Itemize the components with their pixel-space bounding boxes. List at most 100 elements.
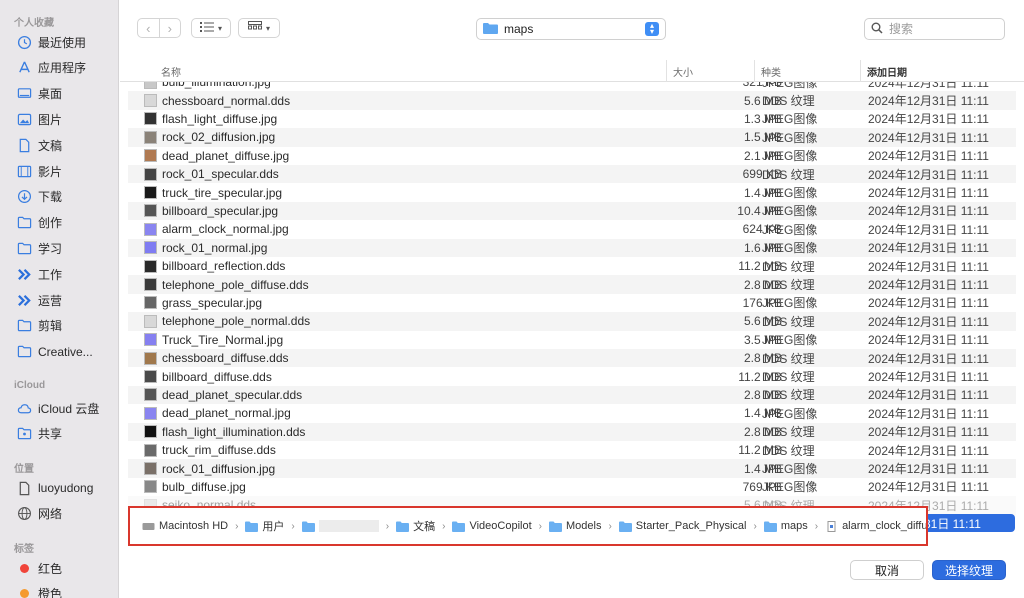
file-row[interactable]: billboard_specular.jpg 10.4 MB JPEG图像 2024年… xyxy=(128,201,1016,221)
file-kind: JPEG图像 xyxy=(762,149,818,164)
file-row[interactable]: alarm_clock_normal.jpg 624 KB JPEG图像 2024年1… xyxy=(128,220,1016,238)
file-date-added: 2024年12月31日 11:11 xyxy=(868,204,989,219)
file-row[interactable]: dead_planet_diffuse.jpg 2.1 MB JPEG图像 2024年… xyxy=(128,147,1016,165)
file-kind: JPEG图像 xyxy=(762,462,818,477)
sidebar-item[interactable]: luoyudong xyxy=(16,477,93,499)
path-segment-label: Models xyxy=(565,520,602,532)
file-row[interactable]: billboard_diffuse.dds 11.2 MB DDS 纹理 2024年1… xyxy=(128,367,1016,385)
redacted-username xyxy=(318,520,379,532)
desktop-icon xyxy=(16,86,32,102)
column-kind[interactable]: 种类 xyxy=(754,60,858,82)
file-date-added: 2024年12月31日 11:11 xyxy=(868,112,989,127)
network-icon xyxy=(16,506,32,522)
file-thumbnail-icon xyxy=(144,186,157,200)
file-date-added: 2024年12月31日 11:11 xyxy=(868,186,989,201)
sidebar-item[interactable]: Creative... xyxy=(16,341,93,363)
path-segment[interactable]: Macintosh HD xyxy=(142,520,228,532)
sidebar-item[interactable]: 桌面 xyxy=(16,83,62,105)
file-thumbnail-icon xyxy=(144,167,157,181)
column-name[interactable]: 名称 xyxy=(161,60,666,82)
sidebar-item[interactable]: 网络 xyxy=(16,503,62,525)
sidebar-item[interactable]: 橙色 xyxy=(16,583,62,598)
search-field[interactable] xyxy=(864,18,1005,40)
file-thumbnail-icon xyxy=(144,222,157,236)
sidebar-item-label: 影片 xyxy=(38,164,63,179)
sidebar-item[interactable]: 运营 xyxy=(16,289,62,311)
file-row[interactable]: chessboard_normal.dds 5.6 MB DDS 纹理 2024年12… xyxy=(128,91,1016,110)
forward-button[interactable]: › xyxy=(158,19,181,37)
path-segment[interactable]: 文稿 xyxy=(396,518,435,534)
path-segment-label: alarm_clock_diffuse.dds xyxy=(842,520,928,532)
sidebar-item[interactable]: 剪辑 xyxy=(16,315,62,337)
sidebar-item[interactable]: 共享 xyxy=(16,423,62,445)
path-segment[interactable]: alarm_clock_diffuse.dds xyxy=(825,520,928,532)
file-date-added: 2024年12月31日 11:11 xyxy=(868,222,989,237)
stepper-icon: ▴ ▾ xyxy=(645,22,659,36)
path-segment[interactable] xyxy=(301,520,379,532)
column-date-added[interactable]: 添加日期 xyxy=(860,60,1020,82)
sidebar-item[interactable]: 图片 xyxy=(16,108,62,130)
path-segment[interactable]: Models xyxy=(548,520,602,532)
choose-texture-button[interactable]: 选择纹理 xyxy=(932,560,1006,580)
file-row[interactable]: bulb_illumination.jpg 321 KB JPEG图像 2024年12… xyxy=(128,82,1016,91)
file-date-added: 2024年12月31日 11:11 xyxy=(868,333,989,348)
file-row[interactable]: telephone_pole_diffuse.dds 2.8 MB DDS 纹理 20… xyxy=(128,275,1016,294)
file-row[interactable]: rock_01_normal.jpg 1.6 MB JPEG图像 2024年12月31… xyxy=(128,238,1016,257)
file-row[interactable]: rock_02_diffusion.jpg 1.5 MB JPEG图像 2024年12… xyxy=(128,128,1016,147)
file-date-added: 2024年12月31日 11:11 xyxy=(868,480,989,495)
sidebar-item[interactable]: 红色 xyxy=(16,557,62,579)
file-thumbnail-icon xyxy=(144,388,157,402)
sidebar: 个人收藏 最近使用 应用程序 桌面 图片 文稿 影片 下载 创作 学习 工作 运营 剪辑 Creative… xyxy=(0,0,119,598)
file-row[interactable]: telephone_pole_normal.dds 5.6 MB DDS 纹理 202… xyxy=(128,312,1016,331)
file-kind: JPEG图像 xyxy=(762,296,818,311)
sidebar-item[interactable]: 工作 xyxy=(16,263,62,285)
column-size[interactable]: 大小 xyxy=(666,60,752,82)
file-row[interactable]: dead_planet_specular.dds 2.8 MB DDS 纹理 2024… xyxy=(128,385,1016,405)
path-segment[interactable]: Starter_Pack_Physical xyxy=(618,520,746,532)
path-segment[interactable]: VideoCopilot xyxy=(452,520,532,532)
file-name: billboard_specular.jpg xyxy=(162,203,279,218)
file-row[interactable]: truck_tire_specular.jpg 1.4 MB JPEG图像 2024年… xyxy=(128,183,1016,201)
file-row[interactable]: bulb_diffuse.jpg 769 KB JPEG图像 2024年12月31日 … xyxy=(128,478,1016,496)
path-segment[interactable]: maps xyxy=(763,520,808,532)
sidebar-item[interactable]: iCloud 云盘 xyxy=(16,397,99,419)
chevron-right-icon: › xyxy=(385,520,390,532)
file-row[interactable]: Truck_Tire_Normal.jpg 3.5 MB JPEG图像 2024年12… xyxy=(128,331,1016,349)
selected-row-date[interactable]: 31日 11:11 xyxy=(920,514,1015,532)
file-row[interactable]: truck_rim_diffuse.dds 11.2 MB DDS 纹理 2024年1… xyxy=(128,441,1016,459)
file-row[interactable]: flash_light_illumination.dds 2.8 MB DDS 纹理… xyxy=(128,422,1016,441)
sidebar-item[interactable]: 影片 xyxy=(16,160,62,182)
file-kind: DDS 纹理 xyxy=(762,388,815,403)
file-thumbnail-icon xyxy=(144,94,157,108)
cancel-button[interactable]: 取消 xyxy=(850,560,924,580)
file-row[interactable]: grass_specular.jpg 176 KB JPEG图像 2024年12月31… xyxy=(128,294,1016,312)
file-row[interactable]: chessboard_diffuse.dds 2.8 MB DDS 纹理 2024年1… xyxy=(128,349,1016,368)
file-kind: JPEG图像 xyxy=(762,112,818,127)
back-button[interactable]: ‹ xyxy=(138,19,159,37)
file-row[interactable]: rock_01_specular.dds 699 KB DDS 纹理 2024年12月… xyxy=(128,165,1016,184)
list-view-button[interactable]: ▾ xyxy=(191,18,231,38)
sidebar-item[interactable]: 创作 xyxy=(16,212,62,234)
folder-icon xyxy=(16,240,32,256)
file-row[interactable]: flash_light_diffuse.jpg 1.3 MB JPEG图像 2024年… xyxy=(128,110,1016,128)
file-row[interactable]: dead_planet_normal.jpg 1.4 MB JPEG图像 2024年1… xyxy=(128,404,1016,422)
location-popup[interactable]: maps ▴ ▾ xyxy=(476,18,666,40)
file-thumbnail-icon xyxy=(144,443,157,457)
file-name: grass_specular.jpg xyxy=(162,295,263,310)
sidebar-item[interactable]: 文稿 xyxy=(16,134,62,156)
sidebar-item[interactable]: 下载 xyxy=(16,186,62,208)
sidebar-item[interactable]: 学习 xyxy=(16,237,62,259)
path-segment[interactable]: 用户 xyxy=(245,518,284,534)
sidebar-item[interactable]: 应用程序 xyxy=(16,57,86,79)
sidebar-item[interactable]: 最近使用 xyxy=(16,31,86,53)
chevron-right-icon: › xyxy=(291,520,295,532)
chevron-right-icon: › xyxy=(235,520,239,532)
sidebar-item-label: 网络 xyxy=(38,507,63,522)
search-input[interactable] xyxy=(889,22,989,36)
file-name: flash_light_illumination.dds xyxy=(162,424,306,439)
file-row[interactable]: billboard_reflection.dds 11.2 MB DDS 纹理 202… xyxy=(128,257,1016,275)
file-date-added: 2024年12月31日 11:11 xyxy=(868,278,989,293)
file-row[interactable]: rock_01_diffusion.jpg 1.4 MB JPEG图像 2024年12… xyxy=(128,459,1016,478)
file-date-added: 2024年12月31日 11:11 xyxy=(868,167,989,182)
group-view-button[interactable]: ▾ xyxy=(238,18,280,38)
